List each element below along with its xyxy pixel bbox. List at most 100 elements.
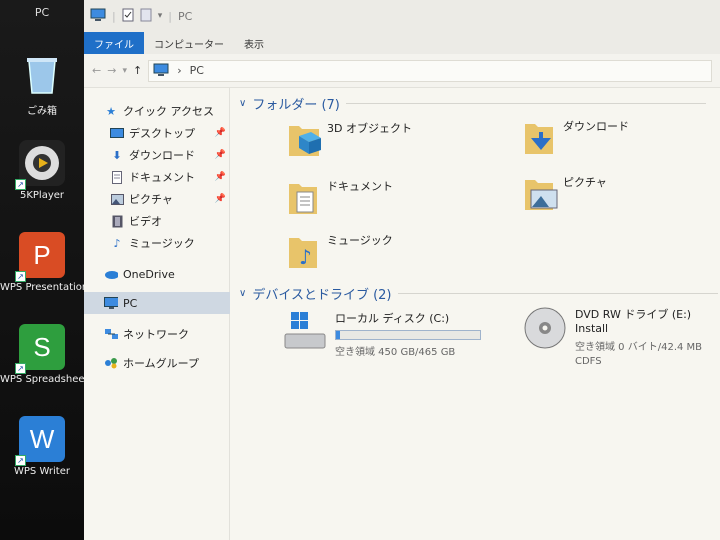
pin-icon[interactable]: 📌 [215,128,226,138]
spreadsheet-glyph: S [33,331,51,362]
picture-icon [110,193,124,206]
nav-label: ホームグループ [123,357,200,370]
presentation-glyph: P [33,239,51,270]
nav-homegroup[interactable]: ホームグループ [84,352,230,374]
ribbon-tab-bar: ファイル コンピューター 表示 [84,32,720,54]
drive-usage-fill [336,331,341,339]
back-arrow-icon[interactable]: ← [92,64,101,77]
nav-item-documents[interactable]: ドキュメント 📌 [84,166,230,188]
folder-item-music[interactable]: ♪ ミュージック [287,232,393,269]
folder-item-downloads[interactable]: ダウンロード [523,118,629,154]
hard-drive-icon [283,310,327,358]
shortcut-arrow-icon: ↗ [15,271,26,282]
writer-icon: W ↗ [15,416,65,466]
folder-item-pictures[interactable]: ピクチャ [523,174,607,210]
folder-music-icon: ♪ [287,232,321,269]
optical-disc-icon [523,306,567,367]
desktop-icon-wps-spreadsheets[interactable]: S ↗ WPS Spreadsheets [0,324,84,385]
window-title: PC [177,9,193,23]
pin-icon[interactable]: 📌 [215,194,226,204]
title-bar: | ▾ | PC [84,0,720,32]
svg-text:♪: ♪ [299,245,312,269]
address-location: PC [189,64,204,77]
desktop-icon-wps-presentation[interactable]: P ↗ WPS Presentation [0,232,84,293]
folder-label: ダウンロード [563,120,629,133]
properties-icon[interactable] [122,8,134,25]
network-icon [104,328,118,341]
media-player-icon: ↗ [15,140,65,190]
nav-quick-access[interactable]: ★ クイック アクセス [84,100,230,122]
folder-downloads-icon [523,118,557,154]
computer-icon [153,63,169,79]
desktop-icon-label: WPS Presentation [0,282,84,293]
nav-label: OneDrive [123,267,175,281]
folder-label: ピクチャ [563,176,607,189]
homegroup-icon [104,357,118,370]
desktop-icon-label: ごみ箱 [27,106,57,117]
tab-file[interactable]: ファイル [84,32,144,54]
drive-item-dvd[interactable]: DVD RW ドライブ (E:) Install 空き領域 0 バイト/42.4… [523,306,720,367]
pin-icon[interactable]: 📌 [215,150,226,160]
nav-network[interactable]: ネットワーク [84,323,230,345]
chevron-down-icon[interactable]: ▾ [122,66,127,76]
folder-documents-icon [287,178,321,214]
divider: | [112,9,116,23]
nav-item-pictures[interactable]: ピクチャ 📌 [84,188,230,210]
nav-item-desktop[interactable]: デスクトップ 📌 [84,122,230,144]
group-divider [397,293,718,294]
chevron-right-icon[interactable]: › [177,64,181,77]
tab-view[interactable]: 表示 [234,32,274,54]
desktop-icon-label: WPS Writer [14,466,70,477]
cloud-icon [104,268,118,281]
writer-glyph: W [29,423,55,454]
shortcut-arrow-icon: ↗ [15,179,26,190]
chevron-down-icon[interactable]: ▾ [158,11,163,21]
shortcut-arrow-icon: ↗ [15,455,26,466]
up-arrow-icon[interactable]: ↑ [133,64,142,77]
divider: | [168,9,172,23]
music-note-icon: ♪ [113,236,121,250]
navigation-bar: ← → ▾ ↑ › PC [84,54,720,88]
computer-icon [90,8,106,24]
folder-item-documents[interactable]: ドキュメント [287,178,393,214]
nav-label: デスクトップ [129,127,195,140]
address-box[interactable]: › PC [148,59,712,82]
new-folder-icon[interactable] [140,8,152,25]
chevron-down-icon[interactable]: ∨ [239,288,246,299]
folder-3d-objects-icon [287,120,321,156]
nav-item-music[interactable]: ♪ ミュージック [84,232,230,254]
group-divider [345,103,706,104]
nav-label: ネットワーク [123,328,189,341]
nav-onedrive[interactable]: OneDrive [84,263,230,285]
desktop-icon-label: WPS Spreadsheets [0,374,84,385]
drive-item-local-disk[interactable]: ローカル ディスク (C:) 空き領域 450 GB/465 GB [283,310,481,358]
star-icon: ★ [106,104,116,118]
desktop-icon-recycle-bin[interactable]: ごみ箱 [0,52,84,117]
nav-pc[interactable]: PC [84,292,230,314]
nav-item-videos[interactable]: ビデオ [84,210,230,232]
drive-free-space: 空き領域 450 GB/465 GB [335,347,456,358]
nav-label: ダウンロード [129,149,195,162]
shortcut-arrow-icon: ↗ [15,363,26,374]
forward-arrow-icon[interactable]: → [107,64,116,77]
nav-label: ミュージック [129,237,195,250]
drive-usage-bar [335,330,481,340]
desktop-icon-wps-writer[interactable]: W ↗ WPS Writer [0,416,84,477]
desktop-icon-5kplayer[interactable]: ↗ 5KPlayer [0,140,84,201]
navigation-pane: ★ クイック アクセス デスクトップ 📌 ⬇ ダウンロード 📌 ドキュメント 📌… [84,88,230,540]
drive-name: ローカル ディスク (C:) [335,312,450,325]
folders-group-header[interactable]: ∨ フォルダー (7) [239,94,706,113]
folder-label: ドキュメント [327,180,393,193]
file-explorer-window: | ▾ | PC ファイル コンピューター 表示 ← → ▾ ↑ › PC ★ … [84,0,720,540]
download-arrow-icon: ⬇ [112,148,122,162]
drives-group-header[interactable]: ∨ デバイスとドライブ (2) [239,284,718,303]
film-icon [110,215,124,228]
folder-item-3d-objects[interactable]: 3D オブジェクト [287,120,412,156]
tab-computer[interactable]: コンピューター [144,32,234,54]
folder-label: 3D オブジェクト [327,122,412,135]
nav-item-downloads[interactable]: ⬇ ダウンロード 📌 [84,144,230,166]
pin-icon[interactable]: 📌 [215,172,226,182]
desktop-icon-label: 5KPlayer [19,190,65,201]
chevron-down-icon[interactable]: ∨ [239,98,246,109]
spreadsheet-icon: S ↗ [15,324,65,374]
